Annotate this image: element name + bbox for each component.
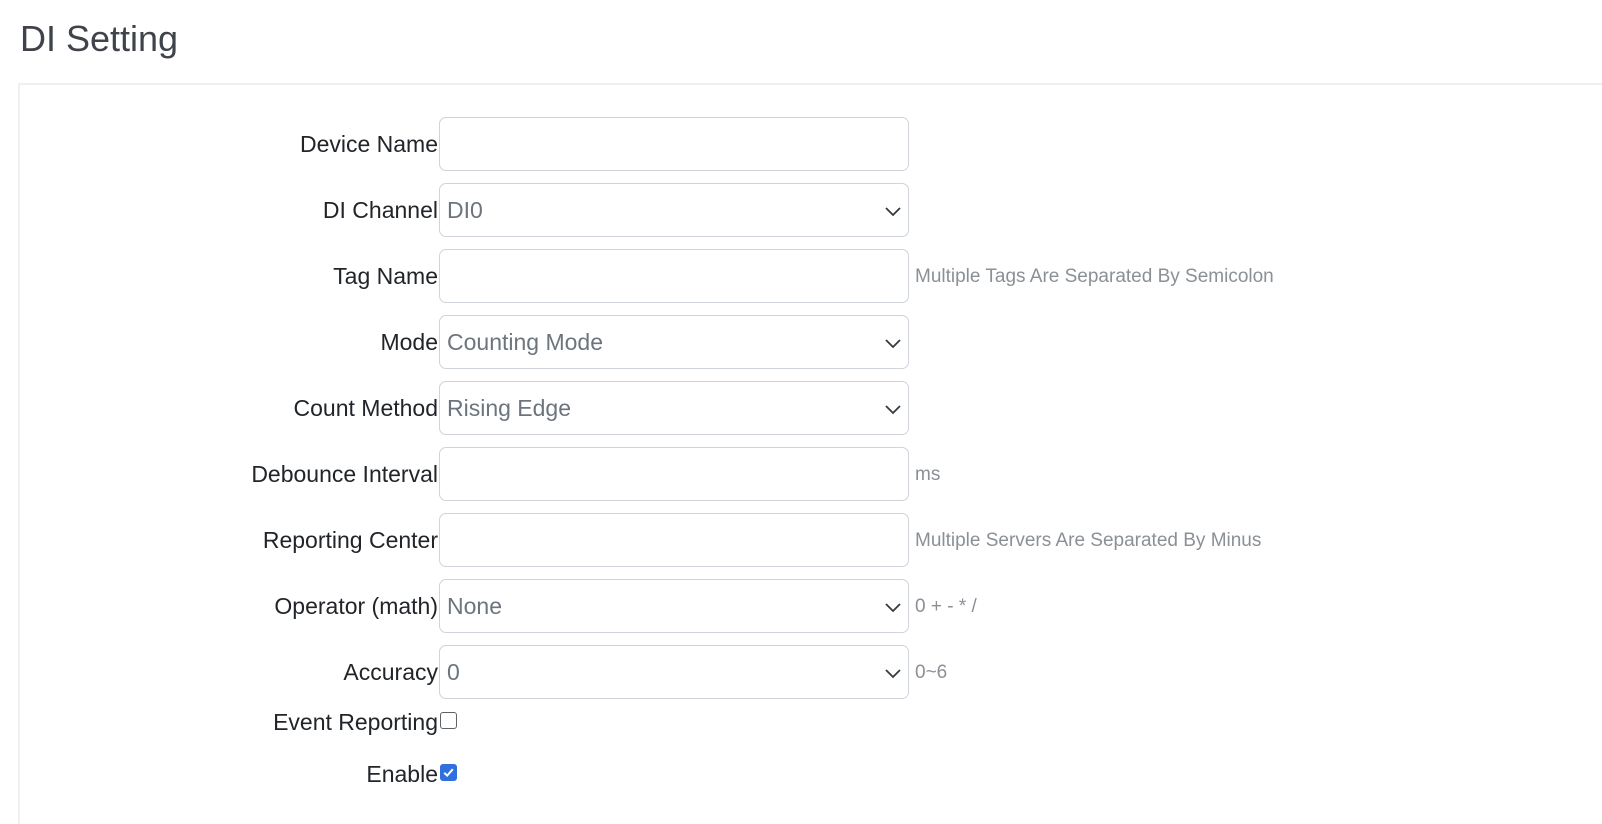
reporting-center-row: Reporting Center Multiple Servers Are Se… [20, 513, 1602, 567]
reporting-center-input[interactable] [439, 513, 909, 567]
tag-name-hint: Multiple Tags Are Separated By Semicolon [915, 266, 1274, 287]
mode-value: Counting Mode [447, 328, 603, 355]
mode-row: Mode Counting Mode [20, 315, 1602, 369]
debounce-interval-input[interactable] [439, 447, 909, 501]
accuracy-value: 0 [447, 658, 460, 685]
mode-select[interactable]: Counting Mode [439, 315, 909, 369]
debounce-interval-unit: ms [915, 464, 941, 485]
checkmark-icon [443, 768, 454, 778]
chevron-down-icon [885, 207, 901, 217]
accuracy-select[interactable]: 0 [439, 645, 909, 699]
operator-row: Operator (math) None 0 + - * / [20, 579, 1602, 633]
device-name-row: Device Name [20, 117, 1602, 171]
chevron-down-icon [885, 669, 901, 679]
di-channel-row: DI Channel DI0 [20, 183, 1602, 237]
tag-name-input[interactable] [439, 249, 909, 303]
accuracy-row: Accuracy 0 0~6 [20, 645, 1602, 699]
count-method-label: Count Method [293, 395, 438, 421]
event-reporting-row: Event Reporting [20, 707, 1602, 737]
chevron-down-icon [885, 603, 901, 613]
di-channel-select[interactable]: DI0 [439, 183, 909, 237]
accuracy-hint: 0~6 [915, 662, 948, 683]
tag-name-row: Tag Name Multiple Tags Are Separated By … [20, 249, 1602, 303]
device-name-label: Device Name [299, 131, 438, 157]
tag-name-label: Tag Name [333, 263, 438, 289]
operator-value: None [447, 592, 502, 619]
settings-form: Device Name DI Channel DI0 Tag Name Mult… [18, 83, 1602, 824]
count-method-value: Rising Edge [447, 394, 572, 421]
operator-select[interactable]: None [439, 579, 909, 633]
enable-row: Enable [20, 759, 1602, 789]
count-method-select[interactable]: Rising Edge [439, 381, 909, 435]
operator-label: Operator (math) [274, 593, 438, 619]
reporting-center-label: Reporting Center [262, 527, 438, 553]
enable-checkbox[interactable] [440, 764, 457, 781]
device-name-input[interactable] [439, 117, 909, 171]
accuracy-label: Accuracy [343, 659, 438, 685]
event-reporting-checkbox[interactable] [440, 712, 457, 729]
debounce-interval-label: Debounce Interval [251, 461, 438, 487]
mode-label: Mode [380, 329, 438, 355]
di-channel-value: DI0 [447, 196, 483, 223]
count-method-row: Count Method Rising Edge [20, 381, 1602, 435]
di-channel-label: DI Channel [322, 197, 438, 223]
enable-label: Enable [366, 761, 438, 787]
debounce-interval-row: Debounce Interval ms [20, 447, 1602, 501]
operator-hint: 0 + - * / [915, 596, 977, 617]
chevron-down-icon [885, 339, 901, 349]
event-reporting-label: Event Reporting [273, 709, 438, 735]
reporting-center-hint: Multiple Servers Are Separated By Minus [915, 530, 1262, 551]
chevron-down-icon [885, 405, 901, 415]
page-title: DI Setting [20, 18, 179, 59]
